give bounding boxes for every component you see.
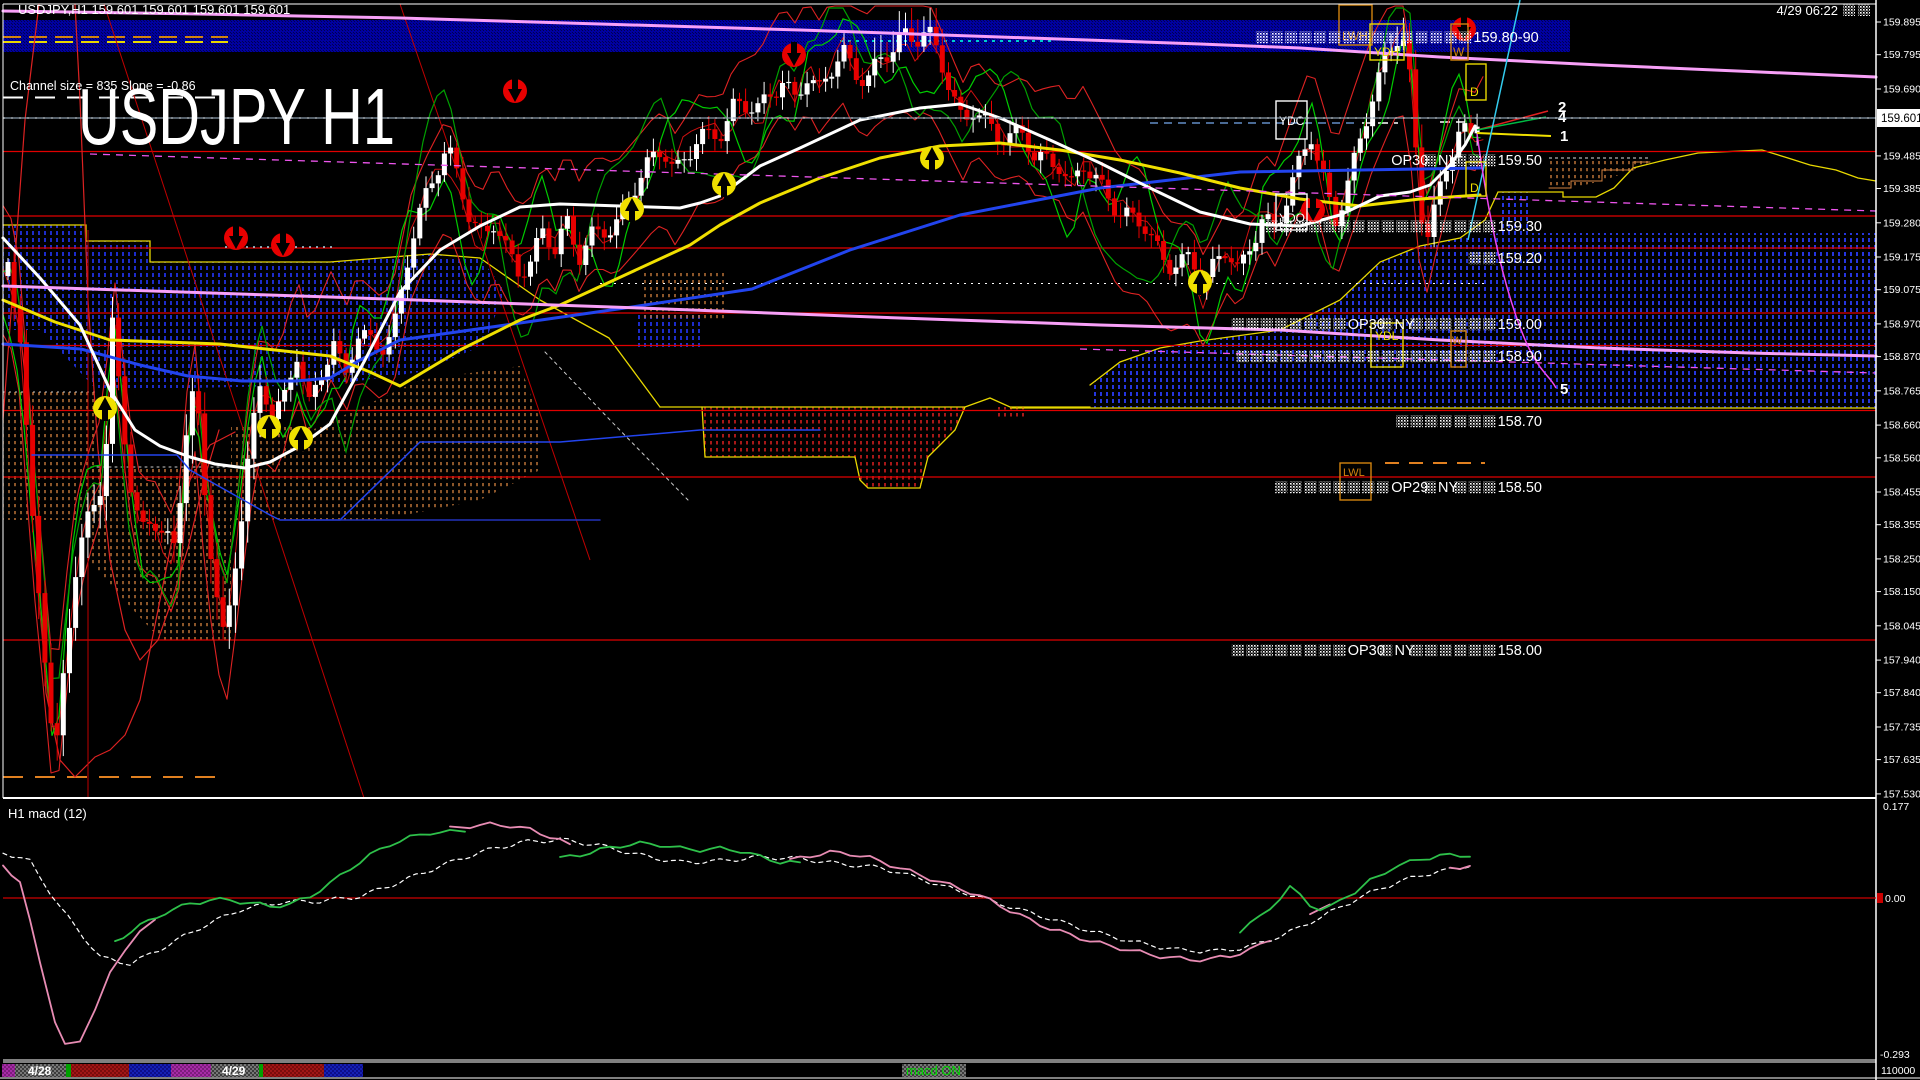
- svg-text:4/28: 4/28: [28, 1064, 52, 1078]
- svg-text:OP30: OP30: [1348, 643, 1385, 659]
- svg-text:159.795: 159.795: [1883, 49, 1920, 61]
- svg-text:159.690: 159.690: [1883, 84, 1920, 96]
- svg-text:macd ON: macd ON: [906, 1063, 961, 1078]
- svg-text:YDC: YDC: [1279, 114, 1305, 128]
- svg-text:158.765: 158.765: [1883, 385, 1920, 397]
- svg-text:158.355: 158.355: [1883, 519, 1920, 531]
- svg-text:158.455: 158.455: [1883, 487, 1920, 499]
- svg-text:5: 5: [1560, 381, 1568, 398]
- svg-text:W: W: [1453, 45, 1465, 59]
- svg-text:159.895: 159.895: [1883, 17, 1920, 29]
- svg-text:157.635: 157.635: [1883, 754, 1920, 766]
- svg-text:159.385: 159.385: [1883, 183, 1920, 195]
- svg-text:159.280: 159.280: [1883, 217, 1920, 229]
- svg-text:158.150: 158.150: [1883, 586, 1920, 598]
- svg-text:159.175: 159.175: [1883, 252, 1920, 264]
- svg-text:110000: 110000: [1881, 1065, 1915, 1077]
- svg-text:OP30: OP30: [1348, 317, 1385, 333]
- svg-text:1: 1: [1560, 128, 1568, 145]
- svg-text:158.70: 158.70: [1498, 414, 1542, 430]
- svg-text:158.50: 158.50: [1498, 480, 1542, 496]
- svg-text:YDH: YDH: [1374, 45, 1399, 59]
- svg-text:159.485: 159.485: [1883, 150, 1920, 162]
- svg-text:D: D: [1470, 85, 1479, 99]
- svg-text:Channel size = 835 Slope = -0.: Channel size = 835 Slope = -0.86: [10, 79, 196, 93]
- svg-text:4/29: 4/29: [222, 1064, 246, 1078]
- svg-text:0.177: 0.177: [1883, 801, 1909, 813]
- svg-text:159.80-90: 159.80-90: [1473, 30, 1538, 46]
- svg-text:157.940: 157.940: [1883, 655, 1920, 667]
- svg-text:-0.293: -0.293: [1880, 1049, 1910, 1061]
- svg-text:159.075: 159.075: [1883, 284, 1920, 296]
- svg-text:158.660: 158.660: [1883, 420, 1920, 432]
- svg-text:LWL: LWL: [1343, 467, 1365, 479]
- svg-text:158.00: 158.00: [1498, 643, 1542, 659]
- svg-text:OP30: OP30: [1391, 153, 1428, 169]
- svg-text:4/29 06:22: 4/29 06:22: [1777, 3, 1838, 18]
- svg-text:158.045: 158.045: [1883, 620, 1920, 632]
- svg-text:OP29: OP29: [1391, 480, 1428, 496]
- svg-text:D: D: [1470, 181, 1479, 195]
- svg-text:158.870: 158.870: [1883, 351, 1920, 363]
- svg-text:157.840: 157.840: [1883, 687, 1920, 699]
- svg-text:158.970: 158.970: [1883, 318, 1920, 330]
- svg-text:157.735: 157.735: [1883, 722, 1920, 734]
- svg-text:159.30: 159.30: [1498, 219, 1542, 235]
- svg-text:W: W: [1452, 335, 1463, 347]
- svg-text:159.601: 159.601: [1881, 113, 1920, 125]
- svg-text:159.00: 159.00: [1498, 317, 1542, 333]
- svg-text:0.00: 0.00: [1885, 893, 1906, 905]
- svg-text:158.560: 158.560: [1883, 452, 1920, 464]
- svg-text:158.90: 158.90: [1498, 349, 1542, 365]
- svg-text:H1 macd (12): H1 macd (12): [8, 806, 87, 821]
- svg-text:159.20: 159.20: [1498, 251, 1542, 267]
- svg-text:159.50: 159.50: [1498, 153, 1542, 169]
- svg-text:158.250: 158.250: [1883, 553, 1920, 565]
- svg-text:157.530: 157.530: [1883, 788, 1920, 800]
